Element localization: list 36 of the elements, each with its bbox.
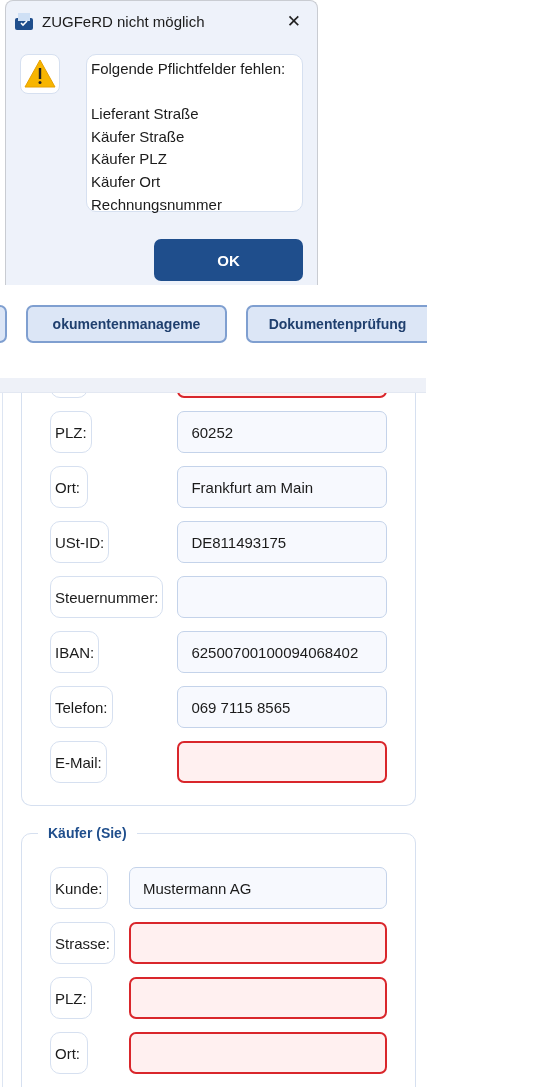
tab[interactable] — [0, 305, 7, 343]
message-line: Lieferant Straße — [91, 105, 199, 123]
field-label: PLZ: — [50, 411, 92, 453]
field-label: Ort: — [50, 466, 88, 508]
field-label: IBAN: — [50, 631, 100, 673]
input-field[interactable]: 62500700100094068402 — [177, 631, 387, 673]
dialog-title: ZUGFeRD nicht möglich — [42, 12, 206, 30]
message-line: Käufer Straße — [91, 127, 185, 145]
input-field[interactable] — [129, 1032, 387, 1074]
input-field[interactable]: Frankfurt am Main — [177, 466, 387, 508]
message-heading: Folgende Pflichtfelder fehlen: — [91, 60, 286, 77]
message-line: Käufer PLZ — [91, 150, 167, 168]
section-title: Käufer (Sie) — [38, 825, 137, 841]
input-field[interactable] — [129, 977, 387, 1019]
field-label: Kunde: — [50, 867, 108, 909]
field-label: Ort: — [50, 1032, 88, 1074]
message-line: Käufer Ort — [91, 172, 161, 190]
tab[interactable]: Dokumentenprüfung — [246, 305, 427, 343]
field-label: E-Mail: — [50, 741, 107, 783]
warning-icon — [20, 54, 60, 94]
tab[interactable]: okumentenmanageme — [26, 305, 227, 343]
input-field[interactable] — [129, 922, 387, 964]
message-line: Rechnungsnummer — [91, 195, 222, 213]
field-label: Strasse: — [50, 922, 116, 964]
close-button[interactable]: ✕ — [282, 11, 305, 31]
field-label: PLZ: — [50, 977, 92, 1019]
input-field[interactable]: 60252 — [177, 411, 387, 453]
field-label: Telefon: — [50, 686, 113, 728]
input-field[interactable] — [177, 741, 387, 783]
field-label: USt-ID: — [50, 521, 110, 563]
folder-check-icon — [14, 11, 34, 31]
input-field[interactable]: Mustermann AG — [129, 867, 387, 909]
input-field[interactable]: 069 7115 8565 — [177, 686, 387, 728]
ok-button[interactable]: OK — [154, 239, 303, 281]
field-label: Steuernummer: — [50, 576, 164, 618]
input-field[interactable]: DE811493175 — [177, 521, 387, 563]
